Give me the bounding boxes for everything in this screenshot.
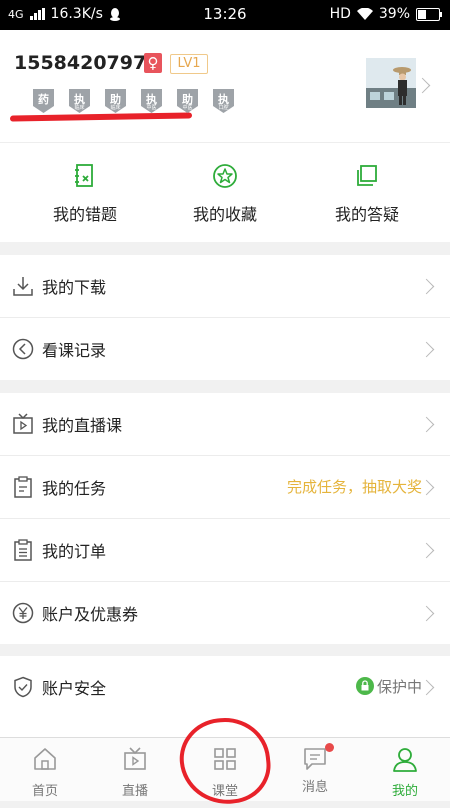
my-downloads-item[interactable]: 我的下载 [0,255,450,318]
clinical-practitioner-badge-icon: 执临床 [66,88,93,114]
answers-icon [357,165,377,186]
user-level-badge: LV1 [170,54,208,74]
my-live-courses-item[interactable]: 我的直播课 [0,393,450,456]
downloads-history-section: 我的下载 看课记录 [0,255,450,380]
security-status: 保护中 [376,678,422,696]
account-coupons-label: 账户及优惠券 [42,605,139,624]
avatar[interactable] [366,58,416,108]
my-live-courses-label: 我的直播课 [42,416,123,435]
tab-me-label: 我的 [391,784,418,799]
my-downloads-label: 我的下载 [42,278,107,297]
tcm-practitioner-badge-icon: 执中医 [138,88,165,114]
hd-indicator: HD [329,6,351,22]
my-favorites-label: 我的收藏 [192,205,257,224]
chevron-right-icon [418,605,435,622]
my-orders-label: 我的订单 [42,542,107,561]
my-tasks-label: 我的任务 [42,479,107,498]
courses-orders-section: 我的直播课 我的任务 完成任务，抽取大奖 我的订单 账户及优惠券 [0,393,450,644]
user-icon [393,748,417,772]
tab-home-label: 首页 [31,784,58,799]
user-phone: 15584207977 [14,52,160,74]
tab-live-label: 直播 [121,784,148,799]
account-security-label: 账户安全 [42,679,107,698]
profile-header[interactable]: 15584207977 ♀ LV1 药 执临床 助临床 执中医 助中医 执口腔 [0,30,450,142]
tv-icon [124,747,146,770]
status-bar: 4G 16.3K/s 13:26 HD 39% [0,0,450,30]
star-favorites-icon [213,164,237,188]
yen-coupon-icon [12,602,34,624]
chevron-right-icon [418,278,435,295]
tab-home[interactable]: 首页 [0,746,90,799]
tab-messages[interactable]: 消息 [270,743,360,795]
my-wrong-questions-button[interactable]: 我的错题 [15,163,155,225]
wrong-questions-icon [75,164,93,187]
account-coupons-item[interactable]: 账户及优惠券 [0,582,450,644]
live-tv-icon [13,413,33,434]
tcm-assistant-badge-icon: 助中医 [174,88,201,114]
lock-icon [356,677,374,695]
wifi-icon [356,8,373,20]
account-security-item[interactable]: 账户安全 保护中 [0,656,450,718]
message-icon [304,748,326,770]
chevron-right-icon [414,77,431,94]
my-favorites-button[interactable]: 我的收藏 [155,163,295,225]
certificate-badges: 药 执临床 助临床 执中医 助中医 执口腔 [30,88,237,114]
home-icon [34,748,56,770]
my-answers-button[interactable]: 我的答疑 [297,163,437,225]
clinical-assistant-badge-icon: 助临床 [102,88,129,114]
quick-actions: 我的错题 我的收藏 我的答疑 [0,142,450,242]
chevron-right-icon [418,416,435,433]
download-icon [13,277,33,296]
female-gender-icon: ♀ [144,53,162,73]
my-wrong-questions-label: 我的错题 [52,205,117,224]
tab-live[interactable]: 直播 [90,746,180,799]
my-orders-item[interactable]: 我的订单 [0,519,450,582]
watch-history-label: 看课记录 [42,341,107,360]
tab-messages-label: 消息 [301,780,328,795]
my-answers-label: 我的答疑 [334,205,399,224]
task-promo-text: 完成任务，抽取大奖 [286,478,422,496]
chevron-right-icon [418,341,435,358]
pharmacist-badge-icon: 药 [30,88,57,114]
tab-me[interactable]: 我的 [360,746,450,799]
my-tasks-item[interactable]: 我的任务 完成任务，抽取大奖 [0,456,450,519]
tasks-icon [14,476,32,498]
orders-icon [14,539,32,561]
unread-dot [325,743,334,752]
history-icon [12,338,34,360]
shield-icon [14,676,32,698]
dental-practitioner-badge-icon: 执口腔 [210,88,237,114]
watch-history-item[interactable]: 看课记录 [0,318,450,380]
chevron-right-icon [418,542,435,559]
battery-percent: 39% [378,6,410,22]
battery-icon [416,7,442,21]
